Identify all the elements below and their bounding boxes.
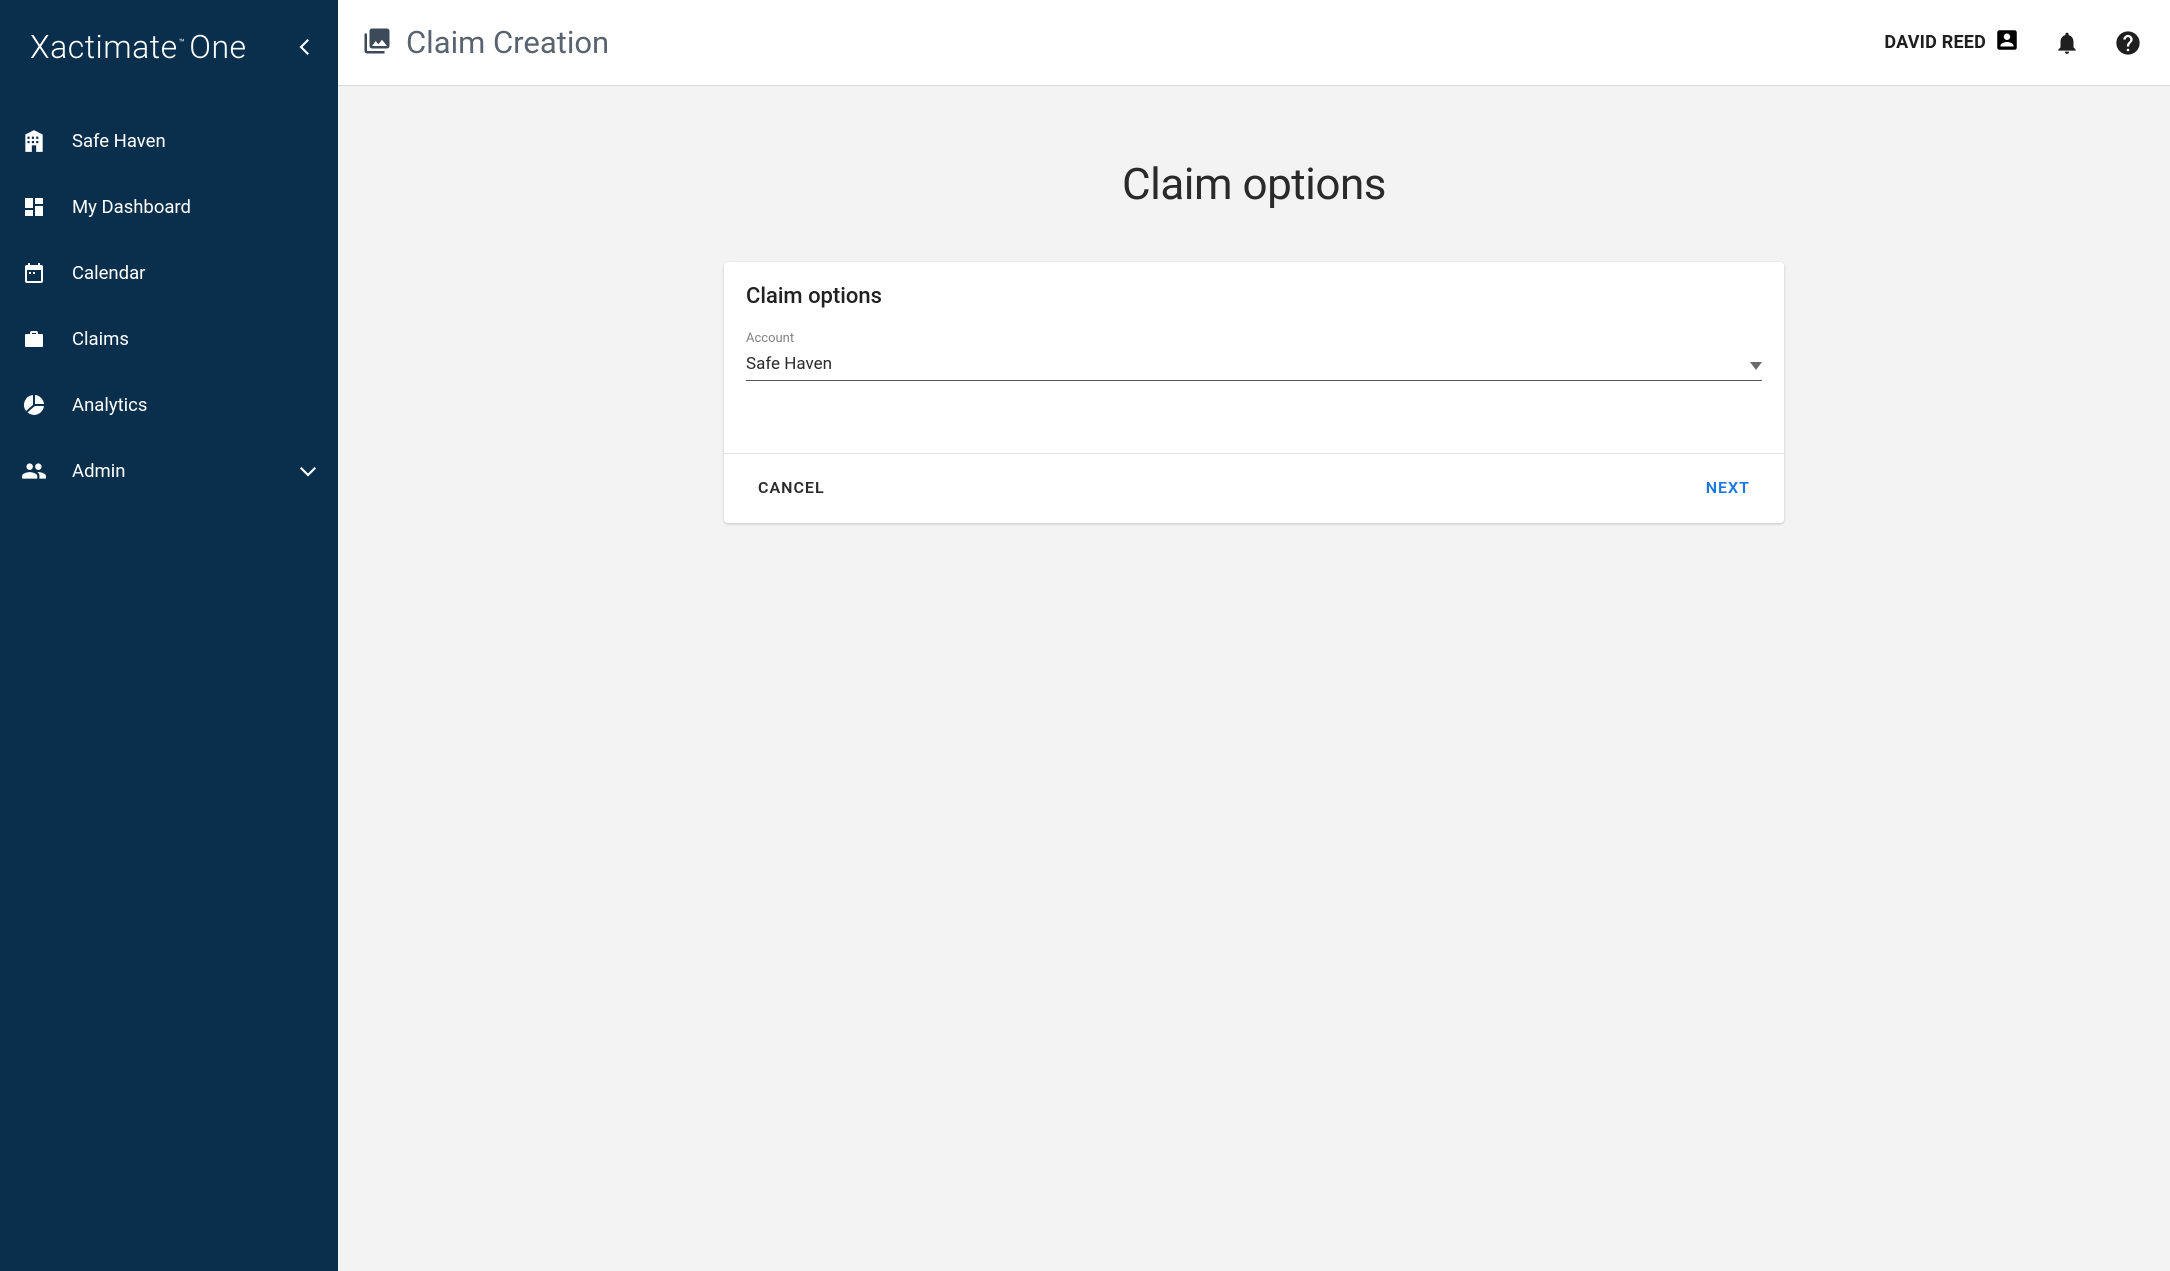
sidebar-item-claims[interactable]: Claims xyxy=(0,306,338,372)
sidebar-item-label: Analytics xyxy=(72,394,147,416)
card-title: Claim options xyxy=(746,284,1762,309)
user-name: DAVID REED xyxy=(1884,32,1986,53)
chevron-left-icon xyxy=(299,39,309,55)
image-icon xyxy=(362,26,392,60)
brand-logo: Xactimate™One xyxy=(30,28,247,66)
sidebar-item-analytics[interactable]: Analytics xyxy=(0,372,338,438)
dropdown-arrow-icon xyxy=(1750,355,1762,374)
sidebar-header: Xactimate™One xyxy=(0,28,338,66)
bell-icon xyxy=(2054,30,2080,56)
next-button[interactable]: NEXT xyxy=(1706,478,1750,497)
topbar: Claim Creation DAVID REED xyxy=(338,0,2170,86)
cancel-button[interactable]: CANCEL xyxy=(758,478,825,497)
card-body: Claim options Account Safe Haven xyxy=(724,262,1784,454)
page-title: Claim Creation xyxy=(406,24,609,61)
briefcase-icon xyxy=(20,325,48,353)
brand-name: Xactimate xyxy=(30,28,178,66)
sidebar-item-label: Admin xyxy=(72,460,125,482)
page-heading: Claim options xyxy=(358,158,2150,210)
sidebar-item-label: Safe Haven xyxy=(72,130,166,152)
topbar-left: Claim Creation xyxy=(362,24,609,61)
sidebar: Xactimate™One Safe Haven My Dashboard xyxy=(0,0,338,1271)
people-icon xyxy=(20,457,48,485)
account-select-value: Safe Haven xyxy=(746,354,1750,374)
sidebar-item-admin[interactable]: Admin xyxy=(0,438,338,504)
brand-tm: ™ xyxy=(179,38,186,49)
sidebar-nav: Safe Haven My Dashboard Calendar Claims xyxy=(0,108,338,504)
sidebar-item-label: Claims xyxy=(72,328,129,350)
sidebar-item-my-dashboard[interactable]: My Dashboard xyxy=(0,174,338,240)
dashboard-icon xyxy=(20,193,48,221)
chevron-down-icon xyxy=(300,460,316,482)
sidebar-item-calendar[interactable]: Calendar xyxy=(0,240,338,306)
notifications-button[interactable] xyxy=(2054,30,2080,56)
card-actions: CANCEL NEXT xyxy=(724,454,1784,523)
claim-options-card: Claim options Account Safe Haven CANCEL … xyxy=(724,262,1784,523)
topbar-right: DAVID REED xyxy=(1884,27,2142,58)
account-box-icon xyxy=(1994,27,2020,58)
calendar-icon xyxy=(20,259,48,287)
brand-sub: One xyxy=(189,28,246,66)
sidebar-item-label: Calendar xyxy=(72,262,145,284)
sidebar-collapse-button[interactable] xyxy=(292,35,316,59)
content: Claim options Claim options Account Safe… xyxy=(338,86,2170,1271)
main: Claim Creation DAVID REED Claim op xyxy=(338,0,2170,1271)
user-menu[interactable]: DAVID REED xyxy=(1884,27,2020,58)
sidebar-item-label: My Dashboard xyxy=(72,196,191,218)
sidebar-item-safe-haven[interactable]: Safe Haven xyxy=(0,108,338,174)
pie-chart-icon xyxy=(20,391,48,419)
building-icon xyxy=(20,127,48,155)
help-button[interactable] xyxy=(2114,29,2142,57)
account-select[interactable]: Safe Haven xyxy=(746,350,1762,381)
account-field-label: Account xyxy=(746,331,1762,346)
help-icon xyxy=(2114,29,2142,57)
